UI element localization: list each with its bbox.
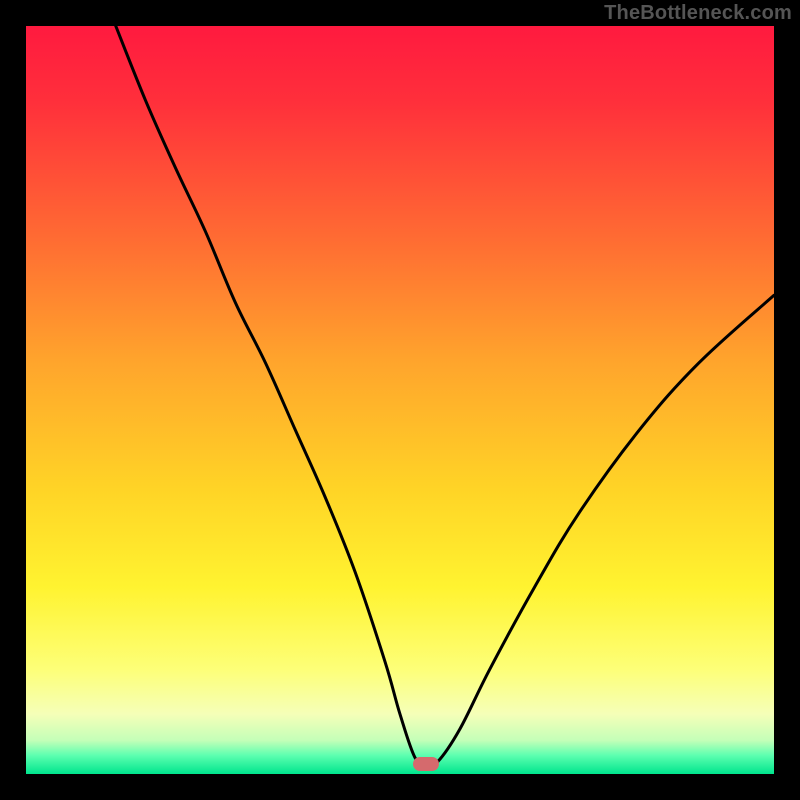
bottleneck-curve [26,26,774,774]
optimum-marker [413,757,439,771]
plot-area [26,26,774,774]
watermark-text: TheBottleneck.com [604,2,792,25]
chart-frame: TheBottleneck.com [0,0,800,800]
